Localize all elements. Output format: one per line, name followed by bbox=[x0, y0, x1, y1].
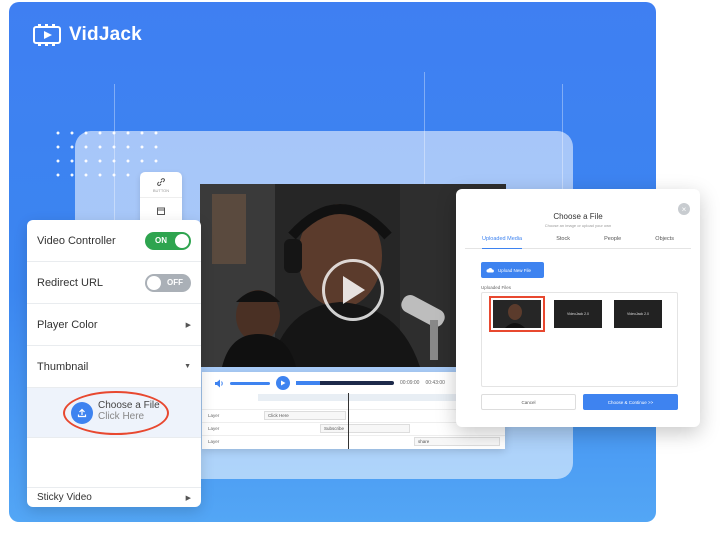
caret-down-icon: ▼ bbox=[184, 363, 191, 370]
tab-objects[interactable]: Objects bbox=[655, 236, 674, 248]
redirect-url-toggle[interactable]: OFF bbox=[145, 273, 191, 292]
setting-player-color[interactable]: Player Color ▶ bbox=[27, 304, 201, 346]
seek-bar[interactable] bbox=[296, 381, 394, 385]
modal-title: Choose a File bbox=[553, 212, 603, 221]
setting-label: Video Controller bbox=[37, 234, 116, 247]
setting-label: Sticky Video bbox=[37, 492, 92, 503]
layer-label: Layer bbox=[208, 412, 220, 418]
click-here-label: Click Here bbox=[98, 411, 145, 422]
timeline-clip[interactable]: Click Here bbox=[264, 410, 346, 420]
uploaded-files-label: Uploaded Files bbox=[481, 285, 512, 290]
setting-label: Player Color bbox=[37, 318, 98, 331]
caret-right-icon: ▶ bbox=[185, 494, 191, 502]
tab-stock[interactable]: Stock bbox=[556, 236, 570, 248]
play-button[interactable] bbox=[276, 376, 290, 390]
media-thumbnail-selected[interactable] bbox=[489, 296, 545, 332]
setting-label: Redirect URL bbox=[37, 276, 104, 289]
toggle-knob bbox=[147, 275, 161, 290]
setting-thumbnail[interactable]: Thumbnail ▼ bbox=[27, 346, 201, 388]
modal-tabs: Uploaded Media Stock People Objects bbox=[465, 236, 691, 249]
setting-sticky-video[interactable]: Sticky Video ▶ bbox=[27, 487, 201, 507]
timeline-clip[interactable]: Subscribe bbox=[320, 423, 410, 433]
total-time: 00:43:00 bbox=[425, 380, 445, 386]
layer-label: Layer bbox=[208, 438, 220, 444]
uploaded-files-gallery: VideoJack 2.0 VideoJack 2.0 bbox=[481, 292, 678, 387]
upload-new-file-button[interactable]: Upload New File bbox=[481, 262, 544, 278]
thumbnail-chooser[interactable]: Choose a File Click Here bbox=[27, 388, 201, 438]
thumbnail-image bbox=[493, 300, 541, 328]
setting-video-controller: Video Controller ON bbox=[27, 220, 201, 262]
link-icon bbox=[157, 177, 165, 186]
cloud-upload-icon bbox=[486, 267, 494, 273]
setting-label: Thumbnail bbox=[37, 360, 89, 373]
toggle-knob bbox=[175, 233, 189, 248]
play-icon bbox=[343, 276, 365, 304]
logo: VidJack bbox=[33, 24, 142, 46]
choose-file-modal: × Choose a File Choose an image or uploa… bbox=[456, 189, 700, 427]
volume-slider[interactable] bbox=[230, 381, 270, 385]
tool-label: BUTTON bbox=[152, 187, 170, 193]
upload-icon bbox=[77, 408, 87, 418]
timeline-row: Layer share bbox=[202, 435, 505, 446]
video-controller-toggle[interactable]: ON bbox=[145, 231, 191, 250]
play-overlay-button[interactable] bbox=[322, 259, 384, 321]
current-time: 00:09:00 bbox=[400, 380, 420, 386]
calendar-icon bbox=[157, 207, 165, 215]
setting-redirect-url: Redirect URL OFF bbox=[27, 262, 201, 304]
toggle-text: OFF bbox=[167, 278, 183, 287]
media-thumbnail[interactable]: VideoJack 2.0 bbox=[554, 300, 602, 328]
caret-right-icon: ▶ bbox=[185, 321, 191, 329]
choose-file-text[interactable]: Choose a File Click Here bbox=[98, 400, 160, 422]
film-logo-icon bbox=[33, 24, 61, 46]
settings-panel: Video Controller ON Redirect URL OFF Pla… bbox=[27, 220, 201, 507]
modal-subtitle: Choose an image or upload your own bbox=[544, 223, 612, 228]
volume-icon[interactable] bbox=[214, 379, 224, 388]
choose-file-label: Choose a File bbox=[98, 400, 160, 411]
brand-name: VidJack bbox=[69, 24, 142, 45]
timeline-clip[interactable]: share bbox=[414, 436, 500, 446]
upload-new-file-label: Upload New File bbox=[498, 267, 532, 273]
thumbnail-caption: VideoJack 2.0 bbox=[627, 312, 649, 316]
tool-button[interactable]: BUTTON bbox=[140, 172, 182, 198]
playhead[interactable] bbox=[348, 393, 349, 449]
toggle-text: ON bbox=[155, 236, 167, 245]
tab-people[interactable]: People bbox=[604, 236, 621, 248]
play-icon bbox=[281, 380, 286, 386]
upload-button[interactable] bbox=[71, 402, 93, 424]
tab-uploaded-media[interactable]: Uploaded Media bbox=[482, 236, 523, 249]
thumbnail-caption: VideoJack 2.0 bbox=[567, 312, 589, 316]
media-thumbnail[interactable]: VideoJack 2.0 bbox=[614, 300, 662, 328]
choose-continue-button[interactable]: Choose & Continue >> bbox=[583, 394, 678, 410]
cancel-button[interactable]: Cancel bbox=[481, 394, 576, 410]
layer-label: Layer bbox=[208, 425, 220, 431]
